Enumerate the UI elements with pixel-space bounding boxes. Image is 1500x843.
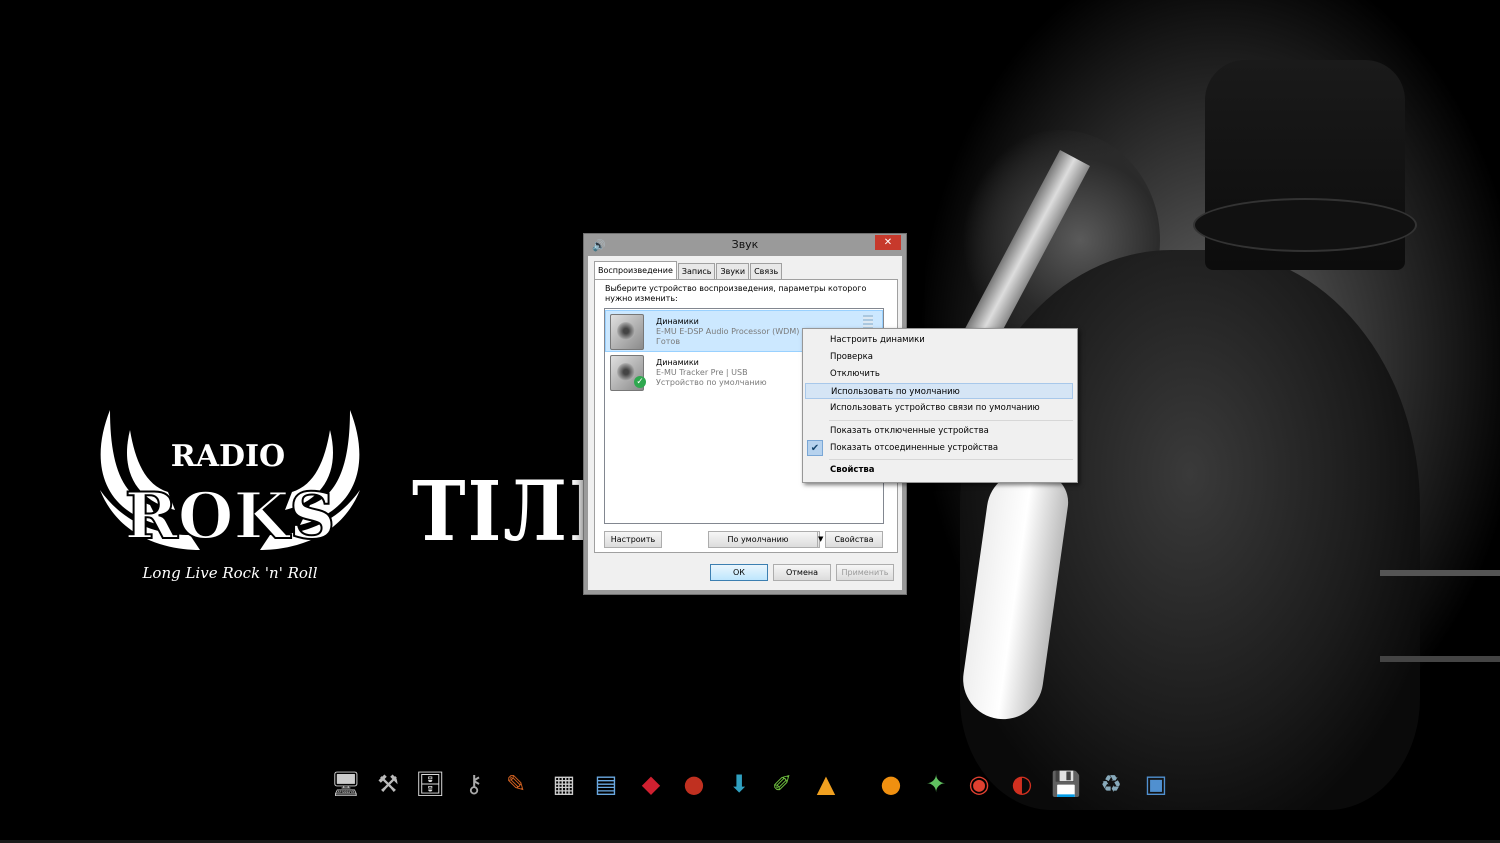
- logo-tagline: Long Live Rock 'n' Roll: [141, 564, 317, 582]
- ok-button[interactable]: ОК: [710, 564, 768, 581]
- computer-icon[interactable]: 🗄: [410, 762, 450, 806]
- tools-icon[interactable]: ⚒: [368, 762, 408, 806]
- default-check-icon: ✓: [634, 376, 646, 388]
- cancel-button[interactable]: Отмена: [773, 564, 831, 581]
- dock: 🖥 ⚒ 🗄 ⚷ ✎ ▦ ▤ ◆ ● ⬇ ✐ ▲ ● ✦ ◉ ◐ 💾 ♻ ▣: [326, 762, 1178, 812]
- tab-communications[interactable]: Связь: [750, 263, 783, 279]
- context-menu: Настроить динамики Проверка Отключить Ис…: [802, 328, 1078, 483]
- ccleaner-icon[interactable]: ◐: [1002, 762, 1042, 806]
- properties-button[interactable]: Свойства: [825, 531, 883, 548]
- menu-item-set-default[interactable]: Использовать по умолчанию: [805, 383, 1073, 399]
- floppy-icon[interactable]: 💾: [1046, 762, 1086, 806]
- recycle-bin-icon[interactable]: ♻: [1091, 762, 1131, 806]
- tab-playback[interactable]: Воспроизведение: [594, 261, 677, 280]
- speaker-device-icon: [610, 314, 644, 350]
- monitor-icon[interactable]: 🖥: [326, 762, 366, 806]
- dialog-title: Звук: [731, 238, 759, 251]
- menu-item-show-disconnected[interactable]: ✔ Показать отсоединенные устройства: [805, 440, 1073, 456]
- quick-icon[interactable]: ●: [871, 762, 911, 806]
- graphics-icon[interactable]: ✐: [762, 762, 802, 806]
- apply-button[interactable]: Применить: [836, 564, 894, 581]
- calc-window-icon[interactable]: ▤: [586, 762, 626, 806]
- logo-roks-text: ROKS: [125, 479, 336, 554]
- chrome-icon[interactable]: ◉: [959, 762, 999, 806]
- device-status: Устройство по умолчанию: [656, 378, 767, 387]
- menu-item-test[interactable]: Проверка: [805, 349, 1073, 365]
- hat-brim: [1195, 200, 1415, 250]
- key-icon[interactable]: ⚷: [454, 762, 494, 806]
- tab-sounds[interactable]: Звуки: [716, 263, 750, 279]
- radio-roks-logo: RADIO ROKS Long Live Rock 'n' Roll: [100, 410, 360, 582]
- calculator-icon[interactable]: ▦: [544, 762, 584, 806]
- menu-item-show-disabled[interactable]: Показать отключенные устройства: [805, 423, 1073, 439]
- logo-radio-text: RADIO: [171, 439, 285, 474]
- tab-recording[interactable]: Запись: [677, 263, 716, 279]
- checkmark-icon: ✔: [807, 440, 823, 456]
- display-icon[interactable]: ▣: [1136, 762, 1176, 806]
- menu-item-configure-speakers[interactable]: Настроить динамики: [805, 332, 1073, 348]
- background-railing: [1380, 570, 1500, 662]
- set-default-label: По умолчанию: [727, 535, 789, 544]
- device-name: Динамики: [656, 317, 699, 326]
- dialog-titlebar[interactable]: 🔊 Звук ✕: [584, 234, 906, 256]
- sim-icon[interactable]: ✦: [916, 762, 956, 806]
- device-driver: E-MU Tracker Pre | USB: [656, 368, 748, 377]
- aimp-icon[interactable]: ▲: [806, 762, 846, 806]
- arrow-icon[interactable]: ◆: [631, 762, 671, 806]
- device-driver: E-MU E-DSP Audio Processor (WDM): [656, 327, 800, 336]
- menu-separator: [829, 459, 1073, 460]
- pencil-icon[interactable]: ✎: [496, 762, 536, 806]
- instructions-text: Выберите устройство воспроизведения, пар…: [605, 284, 867, 303]
- microphone-icon[interactable]: ●: [674, 762, 714, 806]
- menu-item-set-default-comm[interactable]: Использовать устройство связи по умолчан…: [805, 400, 1073, 416]
- tab-strip: Воспроизведение Запись Звуки Связь: [594, 261, 783, 280]
- menu-item-properties[interactable]: Свойства: [805, 462, 1073, 478]
- configure-button[interactable]: Настроить: [604, 531, 662, 548]
- menu-separator: [829, 420, 1073, 421]
- set-default-split-button[interactable]: По умолчанию ▼: [708, 531, 823, 548]
- device-status: Готов: [656, 337, 681, 346]
- menu-item-label: Показать отсоединенные устройства: [830, 443, 999, 453]
- download-icon[interactable]: ⬇: [719, 762, 759, 806]
- menu-item-disable[interactable]: Отключить: [805, 366, 1073, 382]
- device-name: Динамики: [656, 358, 699, 367]
- close-button[interactable]: ✕: [875, 235, 901, 250]
